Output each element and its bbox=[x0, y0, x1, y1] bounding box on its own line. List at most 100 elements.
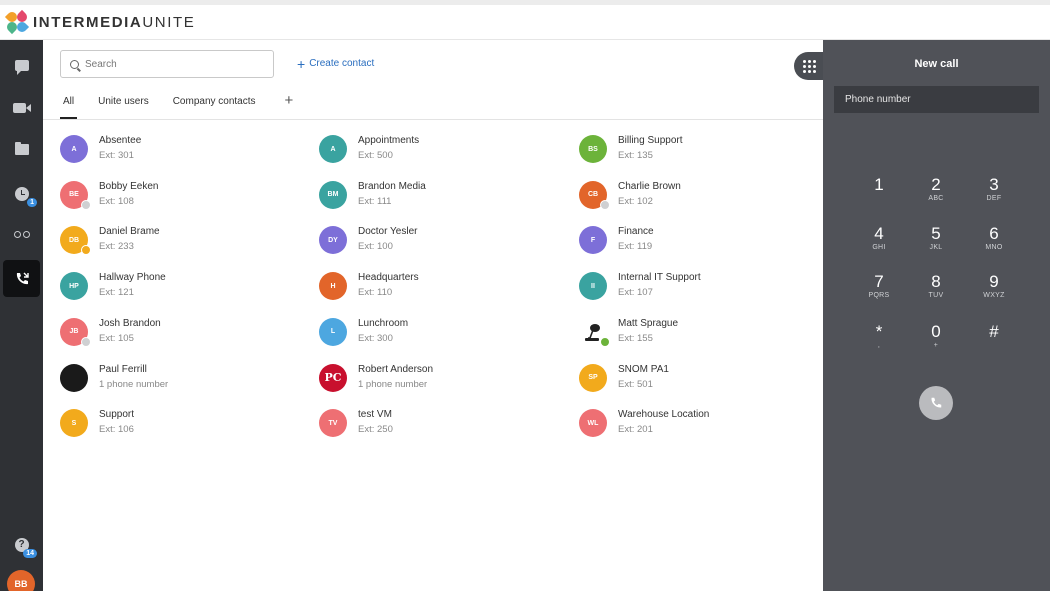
contact-item[interactable]: A Appointments Ext: 500 bbox=[319, 132, 419, 166]
contact-name: Matt Sprague bbox=[618, 317, 679, 329]
call-button[interactable] bbox=[919, 386, 953, 420]
contact-item[interactable]: WL Warehouse Location Ext: 201 bbox=[579, 406, 709, 440]
contact-item[interactable]: A Absentee Ext: 301 bbox=[60, 132, 141, 166]
dialpad-key[interactable]: 9 WXYZ bbox=[974, 273, 1014, 301]
contact-extension: Ext: 111 bbox=[358, 195, 392, 207]
key-letters: , bbox=[877, 342, 881, 349]
contact-item[interactable]: HP Hallway Phone Ext: 121 bbox=[60, 269, 166, 303]
nav-messages[interactable] bbox=[3, 47, 40, 84]
key-letters: ABC bbox=[928, 195, 944, 202]
contact-item[interactable]: F Finance Ext: 119 bbox=[579, 223, 654, 257]
key-digit: 1 bbox=[874, 175, 884, 194]
contact-name: Internal IT Support bbox=[618, 272, 701, 284]
nav-recents[interactable]: 1 bbox=[3, 175, 40, 212]
contact-avatar: S bbox=[60, 409, 88, 438]
contact-item[interactable]: L Lunchroom Ext: 300 bbox=[319, 315, 408, 349]
contact-extension: Ext: 100 bbox=[358, 241, 393, 253]
contact-name: Hallway Phone bbox=[99, 272, 166, 284]
avatar-initials: DB bbox=[68, 236, 80, 244]
contact-avatar: DB bbox=[60, 226, 91, 256]
contact-item[interactable]: H Headquarters Ext: 110 bbox=[319, 269, 419, 303]
help-badge: 14 bbox=[23, 549, 37, 558]
contact-extension: Ext: 102 bbox=[618, 195, 653, 207]
add-tab-button[interactable]: + bbox=[285, 93, 294, 119]
contact-text: test VM Ext: 250 bbox=[358, 408, 393, 438]
contact-name: Absentee bbox=[99, 135, 142, 146]
dialpad-key[interactable]: 8 TUV bbox=[916, 273, 956, 301]
key-digit: * bbox=[875, 322, 883, 341]
contact-item[interactable]: Paul Ferrill 1 phone number bbox=[60, 361, 168, 395]
contact-avatar: A bbox=[60, 135, 88, 163]
contact-item[interactable]: JB Josh Brandon Ext: 105 bbox=[60, 315, 161, 349]
dialpad-key[interactable]: 5 JKL bbox=[916, 225, 956, 253]
contact-item[interactable]: PC Robert Anderson 1 phone number bbox=[319, 361, 433, 395]
contact-item[interactable]: DB Daniel Brame Ext: 233 bbox=[60, 223, 160, 257]
nav-meetings[interactable] bbox=[3, 89, 40, 126]
create-contact-button[interactable]: + Create contact bbox=[297, 57, 374, 71]
contact-text: Brandon Media Ext: 111 bbox=[358, 180, 426, 210]
contact-item[interactable]: Matt Sprague Ext: 155 bbox=[579, 315, 678, 349]
contact-avatar: A bbox=[319, 135, 347, 163]
contact-avatar: TV bbox=[319, 409, 347, 438]
tab-unite-users[interactable]: Unite users bbox=[95, 95, 152, 119]
contact-tabs: All Unite users Company contacts + bbox=[60, 93, 294, 119]
tab-all[interactable]: All bbox=[60, 95, 78, 119]
dialpad-key[interactable]: 2 ABC bbox=[916, 176, 956, 204]
contact-item[interactable]: TV test VM Ext: 250 bbox=[319, 406, 393, 440]
avatar-initials: SP bbox=[588, 374, 598, 381]
dialpad-toggle-button[interactable] bbox=[794, 52, 824, 80]
video-icon bbox=[13, 102, 31, 113]
key-digit: 0 bbox=[931, 322, 941, 341]
contact-item[interactable]: DY Doctor Yesler Ext: 100 bbox=[319, 223, 417, 257]
avatar-initials: JB bbox=[69, 328, 79, 336]
contact-text: Charlie Brown Ext: 102 bbox=[618, 180, 681, 210]
search-input[interactable] bbox=[85, 58, 255, 70]
contact-avatar bbox=[60, 363, 88, 392]
dialpad-key[interactable]: # bbox=[974, 323, 1014, 341]
search-icon bbox=[70, 59, 79, 69]
contact-text: Headquarters Ext: 110 bbox=[358, 271, 419, 301]
search-box[interactable] bbox=[60, 50, 274, 78]
presence-status-dot bbox=[600, 199, 610, 210]
contact-extension: Ext: 155 bbox=[618, 332, 653, 344]
contact-item[interactable]: CB Charlie Brown Ext: 102 bbox=[579, 178, 681, 212]
folder-icon bbox=[14, 142, 29, 155]
nav-voicemail[interactable] bbox=[3, 216, 40, 253]
contact-name: Robert Anderson bbox=[358, 363, 434, 375]
contact-extension: 1 phone number bbox=[99, 378, 169, 390]
dialpad-key[interactable]: 7 PQRS bbox=[859, 273, 899, 301]
nav-calls[interactable] bbox=[3, 260, 40, 297]
dialpad-key[interactable]: 4 GHI bbox=[859, 225, 899, 253]
contact-name: Brandon Media bbox=[358, 180, 426, 192]
nav-help[interactable]: ? 14 bbox=[3, 526, 40, 563]
avatar-initials: WL bbox=[587, 419, 599, 427]
user-avatar[interactable]: BB bbox=[7, 570, 35, 591]
contact-avatar: CB bbox=[579, 180, 610, 210]
clock-icon bbox=[14, 186, 29, 201]
contact-item[interactable]: BE Bobby Eeken Ext: 108 bbox=[60, 178, 159, 212]
contact-extension: Ext: 301 bbox=[99, 150, 134, 161]
dialpad-key[interactable]: 6 MNO bbox=[974, 225, 1014, 253]
phone-number-input[interactable] bbox=[834, 86, 1039, 113]
contact-extension: Ext: 107 bbox=[618, 287, 653, 299]
contact-name: Warehouse Location bbox=[618, 409, 710, 421]
dialpad-key[interactable]: 1 bbox=[859, 176, 899, 194]
dialpad-key[interactable]: 3 DEF bbox=[974, 176, 1014, 204]
avatar-initials: F bbox=[590, 236, 596, 244]
contact-text: Finance Ext: 119 bbox=[618, 225, 654, 255]
contact-item[interactable]: SP SNOM PA1 Ext: 501 bbox=[579, 361, 669, 395]
contact-item[interactable]: S Support Ext: 106 bbox=[60, 406, 134, 440]
contact-item[interactable]: BM Brandon Media Ext: 111 bbox=[319, 178, 426, 212]
avatar-initials: HP bbox=[69, 282, 79, 290]
chat-icon bbox=[14, 60, 29, 75]
dialpad-key[interactable]: 0 + bbox=[916, 323, 956, 351]
tab-company-contacts[interactable]: Company contacts bbox=[170, 95, 259, 119]
contact-avatar: II bbox=[579, 272, 607, 301]
contact-extension: Ext: 135 bbox=[618, 150, 653, 161]
contact-text: Bobby Eeken Ext: 108 bbox=[99, 180, 159, 210]
contact-item[interactable]: BS Billing Support Ext: 135 bbox=[579, 132, 682, 166]
contact-item[interactable]: II Internal IT Support Ext: 107 bbox=[579, 269, 701, 303]
nav-files[interactable] bbox=[3, 131, 40, 168]
presence-status-dot bbox=[81, 199, 91, 210]
dialpad-key[interactable]: *, bbox=[859, 323, 899, 351]
